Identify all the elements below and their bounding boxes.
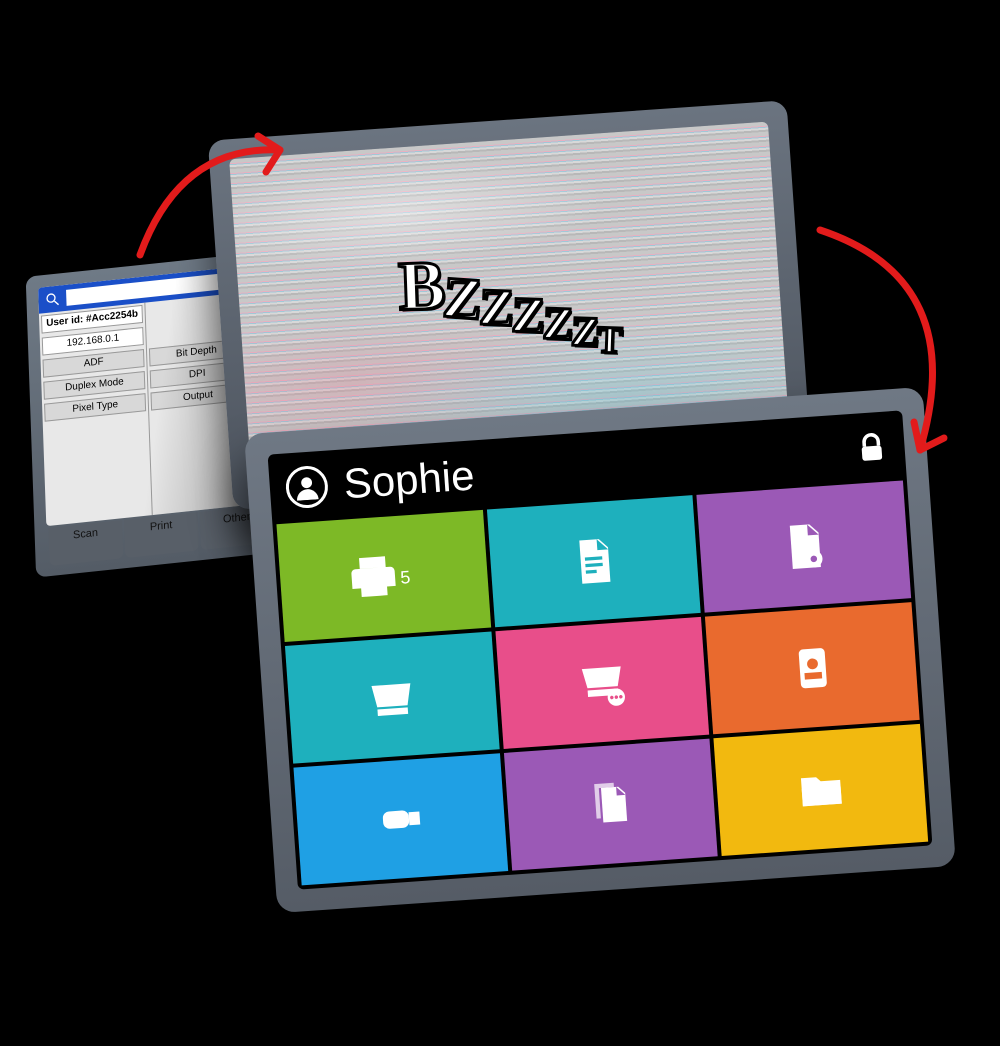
- tile-doc-copy[interactable]: [504, 739, 718, 871]
- avatar-icon[interactable]: [285, 465, 330, 510]
- tile-scan[interactable]: [285, 632, 499, 764]
- transition-arrow-1: [130, 125, 310, 265]
- tile-folder[interactable]: [714, 724, 928, 856]
- sophie-screen: Sophie 5: [268, 410, 933, 889]
- tile-doc-settings[interactable]: [697, 480, 911, 612]
- print-badge: 5: [400, 567, 411, 589]
- document-copy-icon: [583, 777, 639, 833]
- document-icon: [566, 533, 622, 589]
- tile-scan-more[interactable]: •••: [495, 617, 709, 749]
- id-card-icon: [785, 640, 841, 696]
- tile-document[interactable]: [487, 495, 701, 627]
- transition-arrow-2: [800, 220, 970, 480]
- document-gear-icon: [776, 519, 832, 575]
- scanner-more-icon: •••: [575, 655, 631, 711]
- tile-id-card[interactable]: [705, 602, 919, 734]
- tile-print[interactable]: 5: [276, 510, 490, 642]
- scanner-icon: [364, 670, 420, 726]
- tile-grid: 5: [272, 480, 932, 889]
- folder-icon: [793, 762, 849, 818]
- tile-usb[interactable]: [293, 753, 507, 885]
- svg-text:•••: •••: [609, 689, 624, 705]
- search-icon: [44, 290, 60, 308]
- usb-icon: [373, 792, 429, 848]
- tab-scan[interactable]: Scan: [48, 520, 123, 566]
- glitch-sound-text: BZZZZZT: [397, 261, 623, 349]
- printer-icon: [346, 549, 402, 605]
- tab-print[interactable]: Print: [124, 512, 199, 558]
